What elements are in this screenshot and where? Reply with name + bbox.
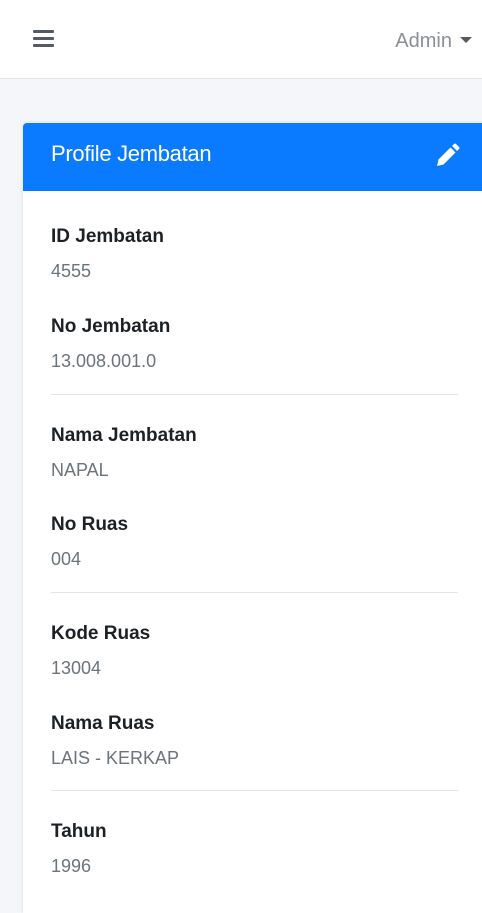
edit-pencil-icon[interactable] bbox=[433, 142, 461, 170]
hamburger-menu-icon[interactable] bbox=[33, 30, 54, 48]
user-name-label: Admin bbox=[395, 29, 452, 52]
field-value: 4555 bbox=[51, 261, 92, 281]
field-value: LAIS - KERKAP bbox=[51, 748, 180, 768]
field-no-jembatan: No Jembatan 13.008.001.0 bbox=[51, 315, 170, 373]
section-divider bbox=[51, 592, 458, 593]
field-label: Tahun bbox=[51, 821, 107, 842]
field-nama-jembatan: Nama Jembatan NAPAL bbox=[51, 424, 197, 482]
user-dropdown-toggle[interactable]: Admin bbox=[395, 28, 472, 54]
field-value: NAPAL bbox=[51, 460, 109, 480]
field-value: 1996 bbox=[51, 856, 92, 876]
field-value: 004 bbox=[51, 549, 82, 569]
field-label: Nama Jembatan bbox=[51, 425, 197, 446]
profile-card: Profile Jembatan ID Jembatan 4555 No Jem… bbox=[23, 123, 482, 913]
section-divider bbox=[51, 394, 458, 395]
field-label: No Ruas bbox=[51, 514, 129, 535]
top-navbar: Admin bbox=[0, 0, 482, 79]
field-tahun: Tahun 1996 bbox=[51, 820, 107, 878]
field-label: Kode Ruas bbox=[51, 623, 151, 644]
card-title: Profile Jembatan bbox=[51, 141, 212, 166]
field-label: Nama Ruas bbox=[51, 713, 155, 734]
field-label: No Jembatan bbox=[51, 316, 171, 337]
field-no-ruas: No Ruas 004 bbox=[51, 513, 128, 571]
field-nama-ruas: Nama Ruas LAIS - KERKAP bbox=[51, 712, 179, 770]
section-divider bbox=[51, 790, 458, 791]
field-id-jembatan: ID Jembatan 4555 bbox=[51, 225, 164, 283]
card-header: Profile Jembatan bbox=[23, 123, 482, 191]
field-kode-ruas: Kode Ruas 13004 bbox=[51, 622, 150, 680]
field-label: ID Jembatan bbox=[51, 226, 164, 247]
field-value: 13004 bbox=[51, 658, 102, 678]
field-value: 13.008.001.0 bbox=[51, 351, 157, 371]
caret-down-icon bbox=[460, 37, 472, 43]
